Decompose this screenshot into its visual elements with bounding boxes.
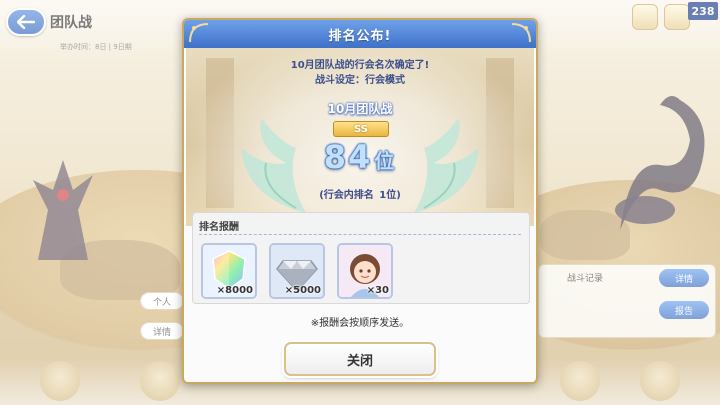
reward-section-title: 排名报酬 <box>199 222 239 233</box>
rank-unit: 位 <box>374 149 397 173</box>
guild-internal-rank: (行会内排名 1位) <box>184 186 536 201</box>
guild-rank-value: 1位) <box>379 190 401 201</box>
reward-item-jewel[interactable]: ×8000 <box>201 243 257 299</box>
reward-qty: ×5000 <box>284 285 321 296</box>
battle-setting-message: 战斗设定：行会模式 <box>315 75 405 86</box>
reward-qty: ×8000 <box>216 285 253 296</box>
event-name: 10月团队战 <box>327 102 393 116</box>
corner-ornament-icon <box>189 23 209 43</box>
delivery-note: ※报酬会按顺序发送。 <box>310 318 410 329</box>
grade-badge: SS <box>333 121 389 137</box>
reward-item-diamond[interactable]: ×5000 <box>269 243 325 299</box>
reward-item-memory-piece[interactable]: ×30 <box>337 243 393 299</box>
rank-confirmed-message: 10月团队战的行会名次确定了! <box>290 60 430 71</box>
rank-value: 84 <box>323 138 373 176</box>
rank-number: 84 位 <box>184 138 536 176</box>
reward-section: 排名报酬 ×8000 ×5000 ×30 <box>192 212 530 304</box>
divider <box>199 234 521 235</box>
reward-qty: ×30 <box>366 285 389 296</box>
dialog-title: 排名公布! <box>328 28 392 44</box>
guild-rank-prefix: (行会内排名 <box>319 190 374 201</box>
dialog-header: 排名公布! <box>184 20 536 48</box>
corner-ornament-icon <box>511 23 531 43</box>
ranking-announcement-dialog: 排名公布! 10月团队战的行会名次确定了! 战斗设定：行会模式 10月团队战 S… <box>182 18 538 384</box>
close-button[interactable]: 关闭 <box>284 342 436 376</box>
